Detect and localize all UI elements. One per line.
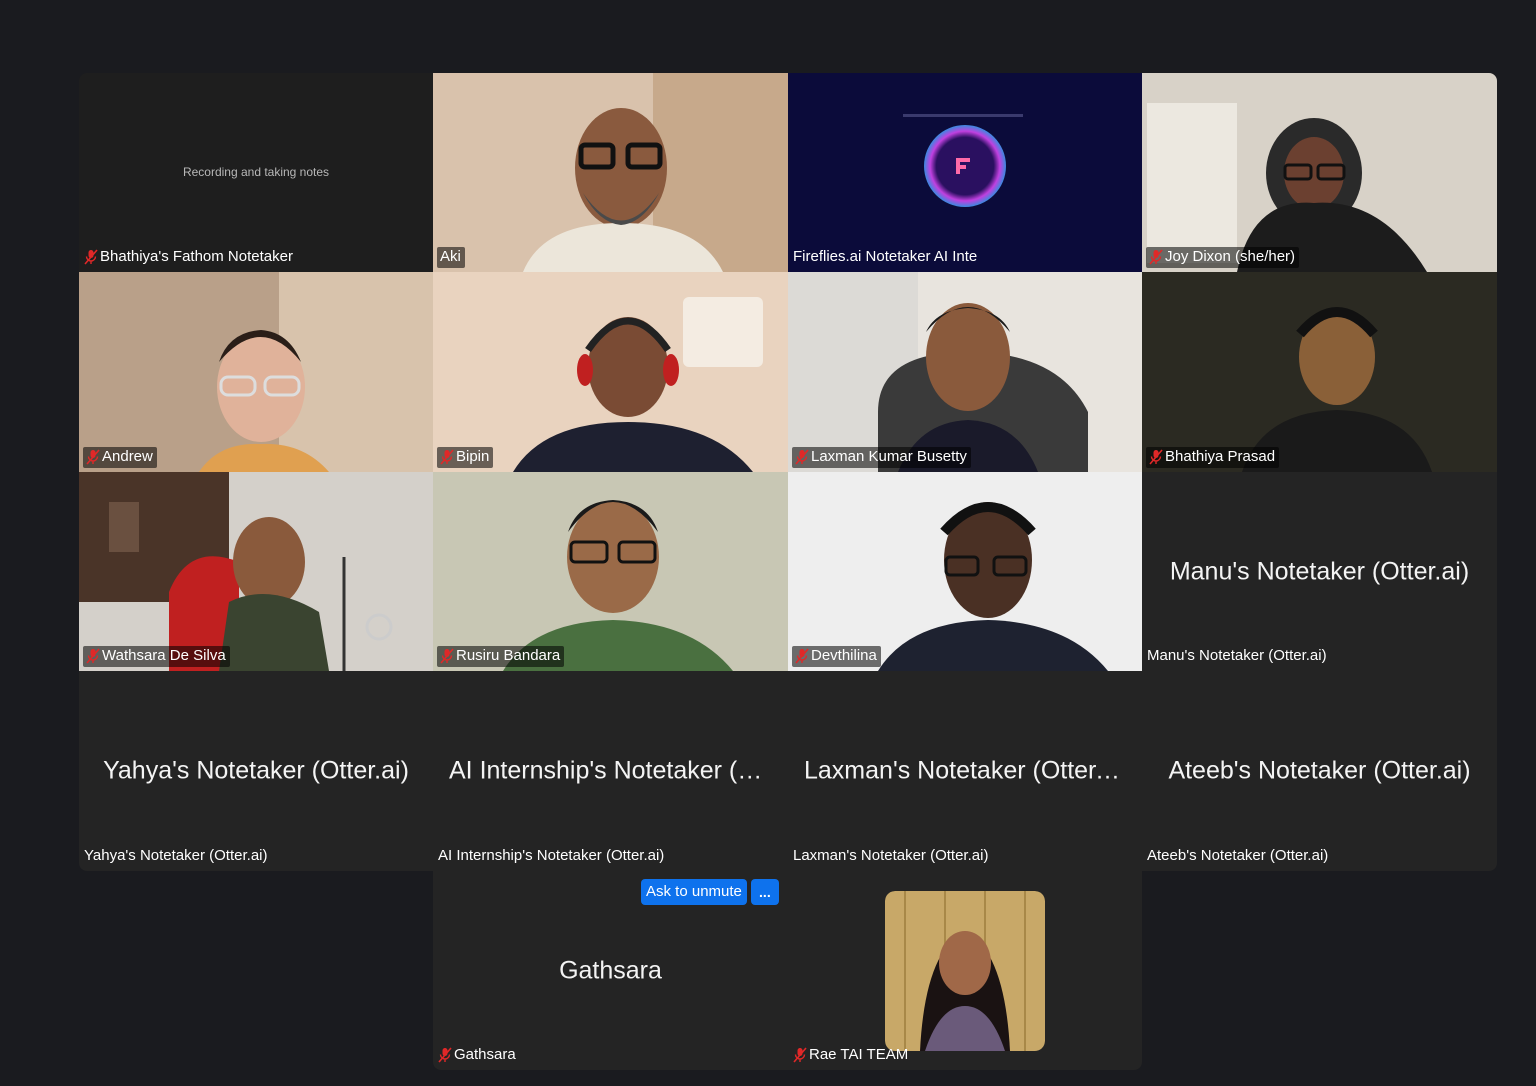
participant-name: Wathsara De Silva: [102, 647, 226, 664]
profile-photo: [885, 891, 1045, 1051]
participant-name-bar: Laxman Kumar Busetty: [792, 447, 971, 468]
participant-tile[interactable]: Rae TAI TEAM: [788, 871, 1142, 1070]
participant-tile[interactable]: Bhathiya Prasad: [1142, 272, 1497, 472]
more-icon: ...: [759, 884, 771, 900]
recording-status: Recording and taking notes: [182, 165, 330, 179]
participant-name-bar: Andrew: [83, 447, 157, 468]
participant-name-bar: Bhathiya Prasad: [1146, 447, 1280, 468]
muted-mic-icon: [440, 648, 454, 664]
participant-tile-active-speaker[interactable]: Aki: [433, 73, 788, 272]
muted-mic-icon: [86, 648, 100, 664]
participant-name-bar: Gathsara: [437, 1045, 520, 1066]
participant-name: Joy Dixon (she/her): [1165, 248, 1296, 265]
participant-name: AI Internship's Notetaker (Otter.ai): [438, 847, 665, 864]
participant-name-bar: Fireflies.ai Notetaker AI Inte: [792, 247, 981, 268]
participant-name-bar: Aki: [437, 247, 465, 268]
participant-name: Bhathiya's Fathom Notetaker: [100, 248, 293, 265]
participant-name-bar: Yahya's Notetaker (Otter.ai): [83, 846, 272, 867]
participant-tile[interactable]: AI Internship's Notetaker (O... AI Inter…: [433, 671, 788, 871]
participant-display-name: Manu's Notetaker (Otter.ai): [1169, 557, 1470, 585]
muted-mic-icon: [793, 1047, 807, 1063]
participant-tile[interactable]: Joy Dixon (she/her): [1142, 73, 1497, 272]
participant-name: Bipin: [456, 448, 490, 465]
participant-name: Devthilina: [811, 647, 877, 664]
participant-name: Andrew: [102, 448, 153, 465]
participant-name: Manu's Notetaker (Otter.ai): [1147, 647, 1327, 664]
participant-name: Laxman Kumar Busetty: [811, 448, 967, 465]
muted-mic-icon: [84, 249, 98, 265]
participant-tile[interactable]: Laxman's Notetaker (Otter.ai) Laxman's N…: [788, 671, 1142, 871]
muted-mic-icon: [438, 1047, 452, 1063]
video-feed: [433, 472, 788, 671]
participant-name-bar: Rusiru Bandara: [437, 646, 565, 667]
participant-name: Rusiru Bandara: [456, 647, 561, 664]
participant-name: Ateeb's Notetaker (Otter.ai): [1147, 847, 1329, 864]
more-options-button[interactable]: ...: [750, 879, 779, 905]
muted-mic-icon: [795, 449, 809, 465]
participant-actions: Ask to unmute ...: [641, 879, 779, 905]
participant-display-name: Gathsara: [559, 956, 662, 984]
ask-to-unmute-button[interactable]: Ask to unmute: [641, 879, 747, 905]
participant-name: Yahya's Notetaker (Otter.ai): [84, 847, 268, 864]
participant-name-bar: Wathsara De Silva: [83, 646, 230, 667]
video-feed: [433, 272, 788, 472]
participant-tile[interactable]: Manu's Notetaker (Otter.ai) Manu's Notet…: [1142, 472, 1497, 671]
participant-tile[interactable]: Ask to unmute ... Gathsara Gathsara: [433, 871, 788, 1070]
video-feed: [79, 472, 433, 671]
video-feed: [788, 272, 1142, 472]
participant-name-bar: Laxman's Notetaker (Otter.ai): [792, 846, 992, 867]
participant-name: Laxman's Notetaker (Otter.ai): [793, 847, 989, 864]
participant-tile[interactable]: Bipin: [433, 272, 788, 472]
participant-tile[interactable]: Wathsara De Silva: [79, 472, 433, 671]
muted-mic-icon: [1149, 249, 1163, 265]
participant-display-name: Laxman's Notetaker (Otter.ai): [804, 756, 1130, 785]
video-feed: [788, 472, 1142, 671]
participant-display-name: AI Internship's Notetaker (O...: [449, 756, 778, 785]
video-feed: [1142, 73, 1497, 272]
participant-display-name: Yahya's Notetaker (Otter.ai): [103, 756, 409, 785]
muted-mic-icon: [86, 449, 100, 465]
video-feed: [79, 272, 433, 472]
participant-tile[interactable]: Ateeb's Notetaker (Otter.ai) Ateeb's Not…: [1142, 671, 1497, 871]
participant-tile[interactable]: Yahya's Notetaker (Otter.ai) Yahya's Not…: [79, 671, 433, 871]
participant-name: Rae TAI TEAM: [809, 1046, 909, 1063]
participant-name-bar: Ateeb's Notetaker (Otter.ai): [1146, 846, 1332, 867]
participant-name-bar: Devthilina: [792, 646, 881, 667]
muted-mic-icon: [1149, 449, 1163, 465]
participant-tile[interactable]: Fireflies.ai Notetaker AI Inte: [788, 73, 1142, 272]
participant-tile[interactable]: Andrew: [79, 272, 433, 472]
participant-name-bar: Bipin: [437, 447, 494, 468]
muted-mic-icon: [440, 449, 454, 465]
participant-display-name: Ateeb's Notetaker (Otter.ai): [1168, 756, 1471, 785]
participant-name: Bhathiya Prasad: [1165, 448, 1276, 465]
participant-name: Gathsara: [454, 1046, 516, 1063]
participant-name: Fireflies.ai Notetaker AI Inte: [793, 248, 978, 265]
participant-tile[interactable]: Rusiru Bandara: [433, 472, 788, 671]
participant-name-bar: Rae TAI TEAM: [792, 1045, 912, 1066]
participant-tile[interactable]: Laxman Kumar Busetty: [788, 272, 1142, 472]
participant-tile[interactable]: Devthilina: [788, 472, 1142, 671]
participant-name-bar: Joy Dixon (she/her): [1146, 247, 1300, 268]
participant-name-bar: AI Internship's Notetaker (Otter.ai): [437, 846, 668, 867]
muted-mic-icon: [795, 648, 809, 664]
video-feed: [433, 73, 788, 272]
video-feed: [1142, 272, 1497, 472]
fireflies-orb-icon: [903, 114, 1023, 207]
video-grid-bottom-row: Ask to unmute ... Gathsara Gathsara Rae …: [433, 871, 1142, 1070]
video-grid: Recording and taking notes Bhathiya's Fa…: [79, 73, 1497, 871]
participant-name-bar: Manu's Notetaker (Otter.ai): [1146, 646, 1331, 667]
participant-name: Aki: [440, 248, 461, 265]
participant-tile[interactable]: Recording and taking notes Bhathiya's Fa…: [79, 73, 433, 272]
participant-name-bar: Bhathiya's Fathom Notetaker: [83, 247, 297, 268]
